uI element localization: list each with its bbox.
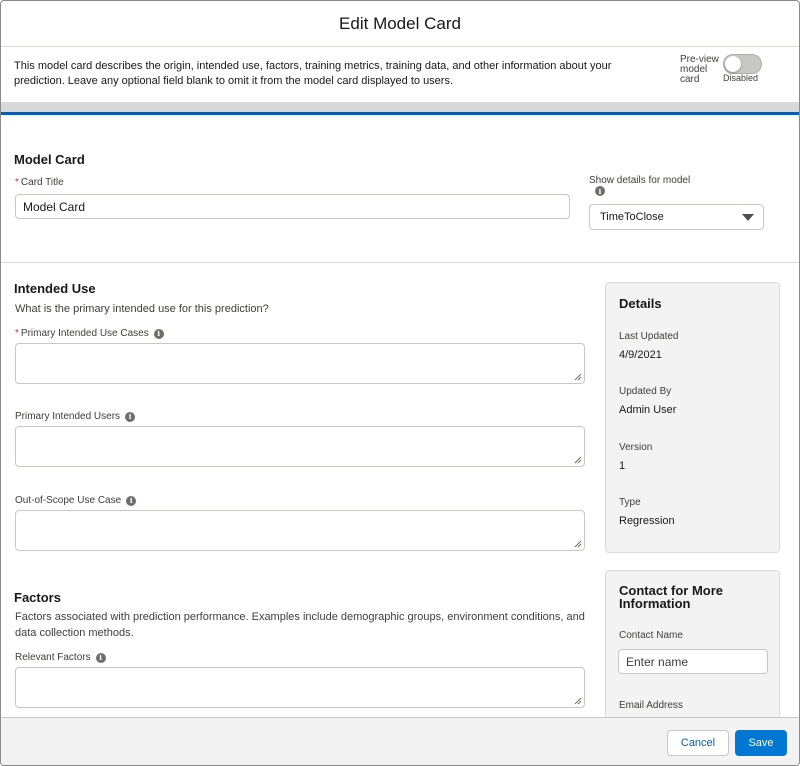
card-title-label: * Card Title — [15, 177, 64, 188]
factors-section-title: Factors — [14, 590, 61, 605]
relevant-factors-textarea[interactable] — [15, 667, 585, 708]
out-of-scope-label: Out-of-Scope Use Case i — [15, 495, 137, 506]
updated-by-label: Updated By — [619, 386, 672, 397]
preview-model-card-label: Pre-view model card — [680, 54, 719, 85]
contact-name-label: Contact Name — [619, 630, 683, 641]
intended-users-label: Primary Intended Users i — [15, 411, 136, 422]
last-updated-value: 4/9/2021 — [619, 349, 662, 361]
accent-line — [1, 112, 799, 115]
version-label: Version — [619, 442, 653, 453]
last-updated-label: Last Updated — [619, 331, 679, 342]
intro-description: This model card describes the origin, in… — [14, 60, 612, 87]
resize-grip-icon[interactable] — [574, 697, 582, 705]
intro-strip: This model card describes the origin, in… — [1, 47, 799, 103]
edit-model-card-modal: Edit Model Card This model card describe… — [0, 0, 800, 766]
resize-grip-icon[interactable] — [574, 540, 582, 548]
resize-grip-icon[interactable] — [574, 456, 582, 464]
details-panel: Details Last Updated 4/9/2021 Updated By… — [605, 282, 780, 553]
model-select-value: TimeToClose — [600, 211, 664, 223]
save-button[interactable]: Save — [735, 730, 787, 756]
relevant-factors-label: Relevant Factors i — [15, 652, 106, 663]
section-divider — [1, 262, 799, 263]
card-title-input[interactable]: Model Card — [15, 194, 570, 219]
contact-name-input[interactable]: Enter name — [618, 649, 768, 674]
modal-header: Edit Model Card — [1, 1, 799, 47]
resize-grip-icon[interactable] — [574, 373, 582, 381]
contact-panel: Contact for More Information Contact Nam… — [605, 570, 780, 730]
use-cases-label: * Primary Intended Use Cases i — [15, 328, 164, 339]
modal-title: Edit Model Card — [339, 13, 461, 33]
info-icon[interactable]: i — [126, 495, 137, 506]
chevron-down-icon — [742, 214, 754, 221]
model-card-section-title: Model Card — [14, 152, 85, 167]
email-address-label: Email Address — [619, 700, 683, 711]
toggle-status-text: Disabled — [723, 73, 759, 83]
info-icon[interactable]: i — [595, 186, 605, 196]
preview-toggle[interactable] — [723, 54, 762, 74]
contact-title: Contact for More Information — [619, 583, 723, 611]
type-value: Regression — [619, 515, 675, 527]
info-icon[interactable]: i — [125, 411, 136, 422]
info-icon[interactable]: i — [153, 328, 164, 339]
intended-users-textarea[interactable] — [15, 426, 585, 467]
show-details-label: Show details for model — [589, 175, 691, 186]
required-marker: * — [15, 177, 19, 188]
type-label: Type — [619, 497, 641, 508]
intended-use-description: What is the primary intended use for thi… — [15, 303, 269, 315]
intended-use-section-title: Intended Use — [14, 281, 96, 296]
version-value: 1 — [619, 460, 626, 472]
use-cases-textarea[interactable] — [15, 343, 585, 384]
details-title: Details — [619, 296, 662, 311]
out-of-scope-textarea[interactable] — [15, 510, 585, 551]
factors-description: Factors associated with prediction perfo… — [15, 611, 585, 639]
required-marker: * — [15, 328, 19, 339]
cancel-button[interactable]: Cancel — [667, 730, 729, 756]
info-icon[interactable]: i — [95, 652, 106, 663]
model-select[interactable]: TimeToClose — [589, 204, 764, 230]
toggle-knob — [725, 56, 741, 72]
updated-by-value: Admin User — [619, 404, 677, 416]
modal-footer: Cancel Save — [1, 717, 799, 765]
